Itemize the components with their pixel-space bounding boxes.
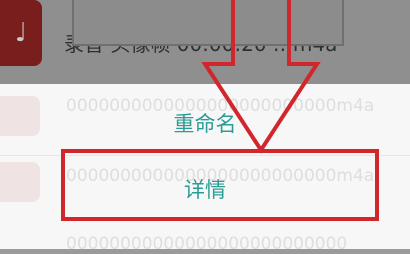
action-sheet: 0000000000000000000000000m4a 00000000000… bbox=[0, 84, 410, 254]
ghost-text: 00000000000000000000000000 bbox=[66, 234, 348, 254]
menu-divider bbox=[0, 155, 410, 156]
audio-file-thumbnail: ♩ bbox=[0, 0, 42, 66]
preview-card-overlay bbox=[72, 0, 344, 46]
rename-menu-item[interactable]: 重命名 bbox=[0, 106, 410, 142]
music-note-icon: ♩ bbox=[14, 18, 28, 48]
details-menu-item[interactable]: 详情 bbox=[0, 168, 410, 212]
